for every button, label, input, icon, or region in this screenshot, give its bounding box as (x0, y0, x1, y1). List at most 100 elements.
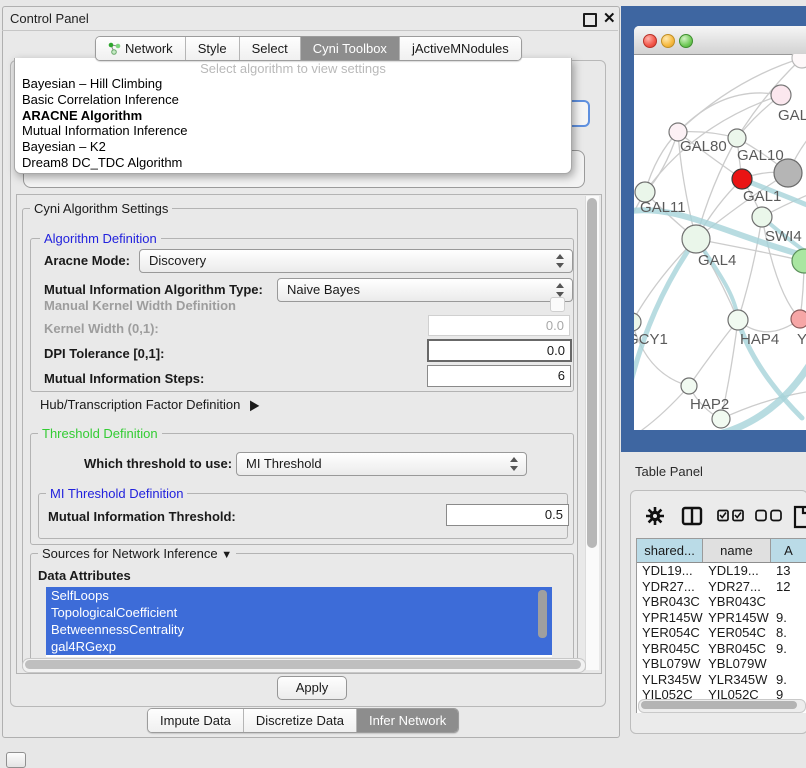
table-row[interactable]: YBR043CYBR043C (637, 594, 806, 610)
table-cell: YLR345W (703, 672, 771, 688)
algorithm-option-bayesian-k2[interactable]: Bayesian – K2 (15, 139, 571, 155)
which-threshold-label: Which threshold to use: (84, 456, 232, 471)
export-table-icon[interactable] (793, 505, 806, 529)
window-zoom-icon[interactable] (679, 34, 693, 48)
which-threshold-combo[interactable]: MI Threshold (236, 452, 527, 476)
node-gal10[interactable] (728, 129, 746, 147)
table-cell: YBL079W (637, 656, 703, 672)
table-row[interactable]: YDR27...YDR27...12 (637, 579, 806, 595)
window-close-icon[interactable] (643, 34, 657, 48)
combo-spinner-icon (510, 457, 519, 471)
column-layout-icon[interactable] (681, 505, 703, 527)
manual-kernel-width-checkbox[interactable] (550, 297, 565, 312)
data-attributes-label: Data Attributes (38, 568, 131, 583)
node-gal4[interactable] (682, 225, 710, 253)
node-swi4[interactable] (752, 207, 772, 227)
select-all-columns-icon[interactable] (717, 509, 745, 522)
algorithm-dropdown-list: Select algorithm to view settings Bayesi… (14, 58, 572, 174)
table-cell: YDL19... (637, 563, 703, 579)
attribute-item-selfloops[interactable]: SelfLoops (46, 587, 552, 604)
aracne-mode-combo[interactable]: Discovery (139, 249, 573, 273)
network-canvas[interactable]: GALGAL80GAL10GAL1GAL11SWI4GAL4GCY1HAP4YH… (634, 54, 806, 430)
algorithm-option-dream8-dc-tdc-algorithm[interactable]: Dream8 DC_TDC Algorithm (15, 155, 571, 171)
tab-impute-data[interactable]: Impute Data (148, 709, 243, 732)
node-hap2[interactable] (681, 378, 697, 394)
table-row[interactable]: YBL079WYBL079W (637, 656, 806, 672)
table-cell (771, 594, 806, 610)
table-cell: YER054C (703, 625, 771, 641)
mi-threshold-field[interactable]: 0.5 (446, 504, 569, 526)
algorithm-option-basic-correlation-inference[interactable]: Basic Correlation Inference (15, 92, 571, 108)
kernel-width-field[interactable]: 0.0 (428, 315, 570, 336)
table-cell: YBR043C (703, 594, 771, 610)
tab-discretize-data[interactable]: Discretize Data (243, 709, 356, 732)
table-row[interactable]: YER054CYER054C8. (637, 625, 806, 641)
node-gal4-label: GAL4 (698, 252, 736, 269)
node-gal-top[interactable] (771, 85, 791, 105)
tab-label: Style (198, 37, 227, 60)
table-cell: YPR145W (703, 610, 771, 626)
table-cell: YBR045C (637, 641, 703, 657)
kernel-width-label: Kernel Width (0,1): (44, 321, 159, 336)
control-panel-tab-bar: Network Style Select Cyni Toolbox jActiveMNo… (95, 36, 522, 61)
window-minimize-icon[interactable] (661, 34, 675, 48)
table-row[interactable]: YLR345WYLR345W9. (637, 672, 806, 688)
table-cell: 8. (771, 625, 806, 641)
table-cell (771, 656, 806, 672)
dpi-tolerance-field[interactable]: 0.0 (427, 339, 572, 362)
table-horizontal-scrollbar-thumb[interactable] (641, 701, 797, 709)
vertical-scrollbar-thumb[interactable] (587, 198, 597, 548)
algorithm-option-bayesian-hill-climbing[interactable]: Bayesian – Hill Climbing (15, 76, 571, 92)
table-cell: 9. (771, 641, 806, 657)
tab-network[interactable]: Network (96, 37, 185, 60)
node-gcy1[interactable] (634, 313, 641, 331)
float-panel-icon[interactable] (583, 13, 597, 27)
network-window-titlebar[interactable] (634, 26, 806, 55)
deselect-all-columns-icon[interactable] (755, 509, 783, 522)
node-gal1[interactable] (732, 169, 752, 189)
node-salmon-label: Y (797, 331, 806, 348)
tab-cyni-toolbox[interactable]: Cyni Toolbox (300, 37, 399, 60)
attribute-item-topologicalcoefficient[interactable]: TopologicalCoefficient (46, 604, 552, 621)
column-header-a[interactable]: A (771, 539, 806, 562)
attribute-item-gal4rgexp[interactable]: gal4RGexp (46, 638, 552, 655)
tab-jactivemnodules[interactable]: jActiveMNodules (399, 37, 521, 60)
table-row[interactable]: YDL19...YDL19...13 (637, 563, 806, 579)
mi-algorithm-type-combo[interactable]: Naive Bayes (277, 278, 573, 302)
apply-button[interactable]: Apply (277, 676, 347, 700)
algorithm-option-aracne-algorithm[interactable]: ARACNE Algorithm (15, 108, 571, 124)
mi-steps-label: Mutual Information Steps: (44, 371, 204, 386)
table-row[interactable]: YBR045CYBR045C9. (637, 641, 806, 657)
hub-definition-toggle[interactable]: Hub/Transcription Factor Definition ▶ (40, 397, 259, 412)
manual-kernel-width-label: Manual Kernel Width Definition (44, 298, 236, 313)
close-panel-icon[interactable]: ✕ (603, 9, 616, 27)
aracne-mode-label: Aracne Mode: (44, 253, 130, 268)
node-salmon[interactable] (791, 310, 806, 328)
attribute-item-betweennesscentrality[interactable]: BetweennessCentrality (46, 621, 552, 638)
tab-select[interactable]: Select (239, 37, 300, 60)
tab-infer-network[interactable]: Infer Network (356, 709, 458, 732)
column-header-name[interactable]: name (703, 539, 771, 562)
collapsed-arrow-icon: ▶ (250, 397, 259, 413)
horizontal-scrollbar-thumb[interactable] (25, 660, 581, 669)
sources-toggle[interactable]: Sources for Network Inference ▼ (38, 546, 236, 561)
mi-steps-field[interactable]: 6 (427, 365, 571, 387)
table-cell: 12 (771, 579, 806, 595)
control-panel-title: Control Panel (10, 11, 89, 26)
column-header-shared[interactable]: shared... (637, 539, 703, 562)
restore-panel-button[interactable] (6, 752, 26, 768)
algorithm-option-mutual-information-inference[interactable]: Mutual Information Inference (15, 123, 571, 139)
node-table: shared...nameA YDL19...YDL19...13YDR27..… (636, 538, 806, 713)
hub-definition-label: Hub/Transcription Factor Definition (40, 397, 240, 412)
node-hap4[interactable] (728, 310, 748, 330)
table-settings-gear-icon[interactable] (645, 505, 665, 527)
attribute-list-scrollbar-thumb[interactable] (538, 590, 547, 638)
table-cell: 9. (771, 610, 806, 626)
expanded-arrow-icon: ▼ (221, 549, 232, 561)
tab-label: Cyni Toolbox (313, 37, 387, 60)
table-row[interactable]: YPR145WYPR145W9. (637, 610, 806, 626)
network-edge (642, 386, 689, 430)
table-cell: YBR045C (703, 641, 771, 657)
table-header-row: shared...nameA (637, 539, 806, 563)
tab-style[interactable]: Style (185, 37, 239, 60)
